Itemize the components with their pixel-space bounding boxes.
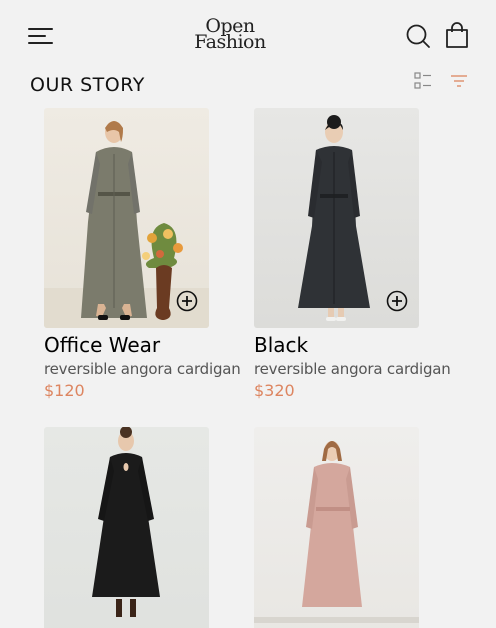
app-header: Open Fashion [0,0,496,70]
hamburger-menu-icon[interactable] [28,26,54,46]
product-price: $120 [44,381,85,400]
section-title: OUR STORY [30,74,145,96]
product-image[interactable] [254,427,419,628]
product-name: Office Wear [44,333,161,357]
brand-logo[interactable]: Open Fashion [188,17,272,53]
add-to-cart-icon[interactable] [386,290,408,312]
product-price: $320 [254,381,295,400]
filter-icon[interactable] [449,74,469,88]
model-illustration [92,427,160,617]
product-name: Black [254,333,309,357]
grid-view-icon[interactable] [414,72,432,90]
product-image[interactable] [44,427,209,628]
add-to-cart-icon[interactable] [176,290,198,312]
product-image[interactable] [254,108,419,328]
search-icon[interactable] [405,23,431,49]
logo-line-2: Fashion [194,31,266,53]
product-card[interactable]: Black reversible angora cardigan $320 [254,108,464,400]
product-card[interactable] [44,427,254,628]
product-card[interactable]: Office Wear reversible angora cardigan $… [44,108,254,400]
product-description: reversible angora cardigan [44,360,241,378]
product-description: reversible angora cardigan [254,360,451,378]
shopping-bag-icon[interactable] [445,22,469,48]
model-illustration [254,441,419,623]
product-card[interactable] [254,427,464,628]
product-image[interactable] [44,108,209,328]
